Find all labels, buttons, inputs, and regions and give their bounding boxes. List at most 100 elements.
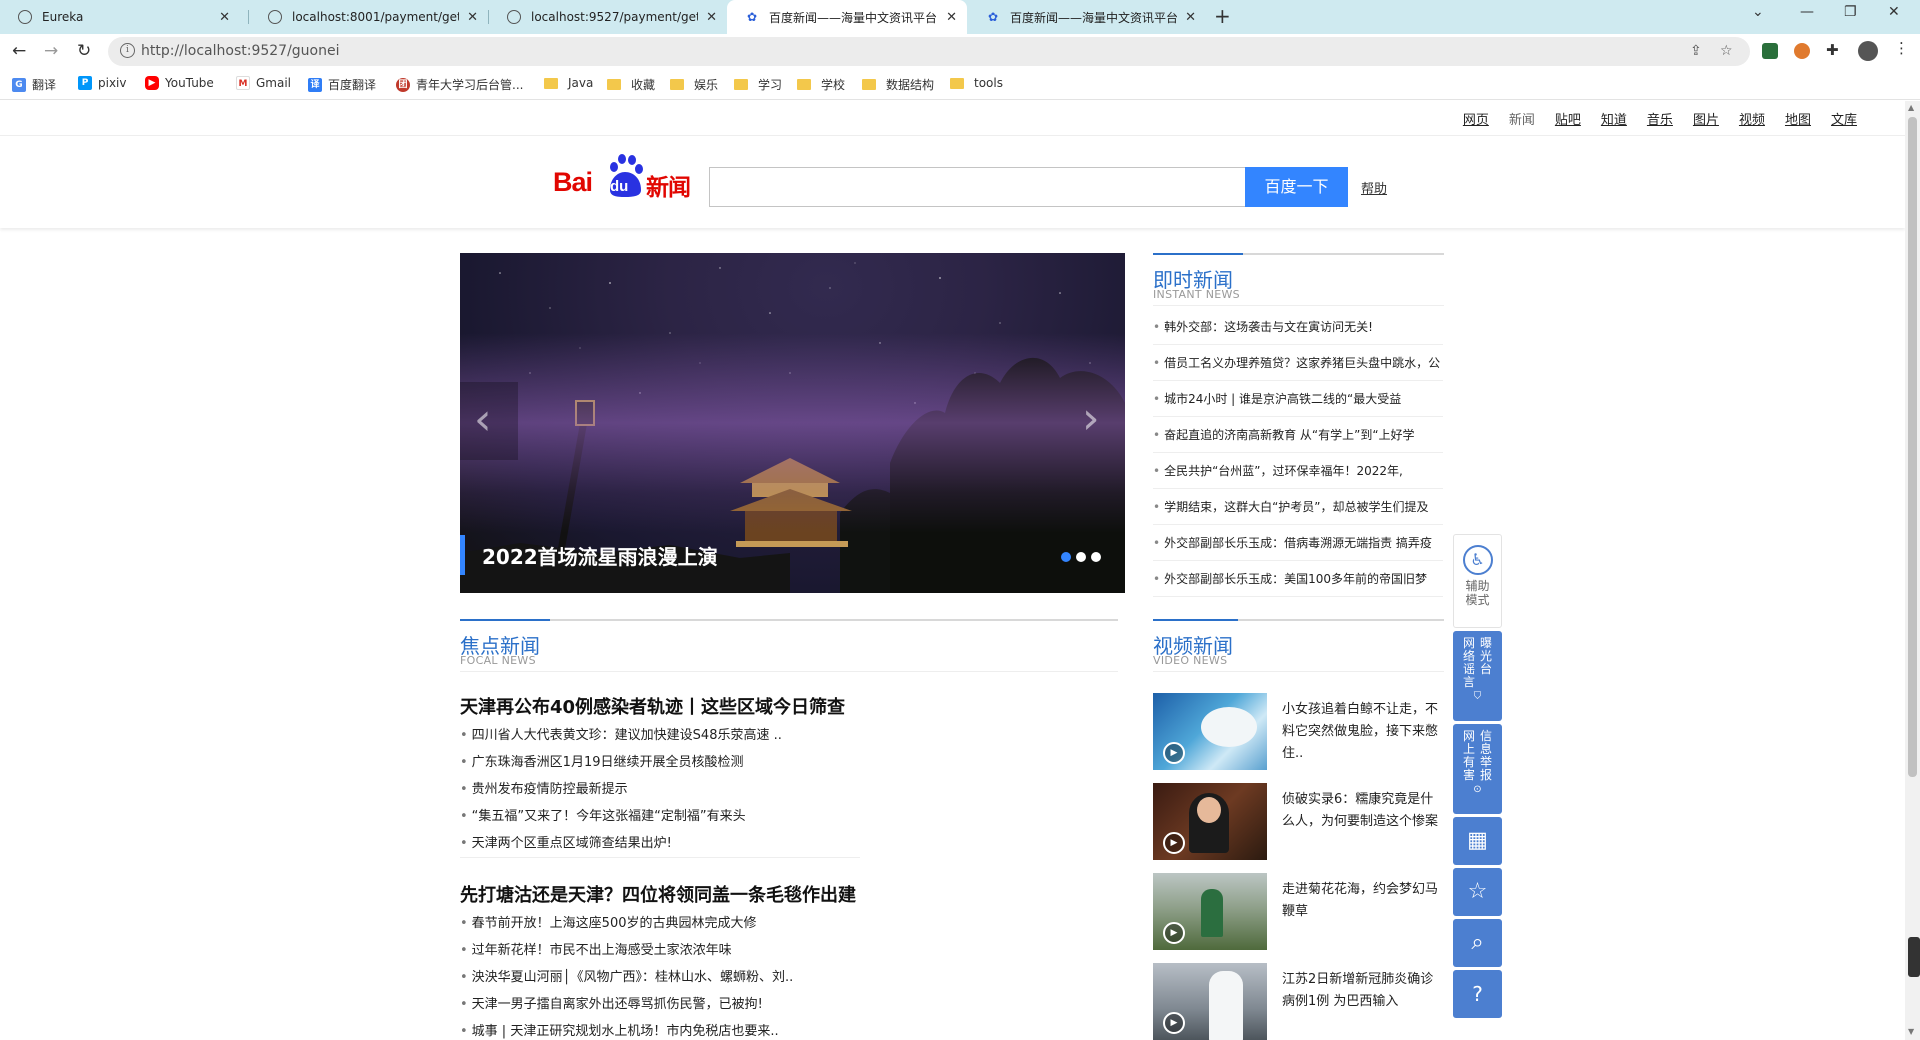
bookmark-translate[interactable]: G 翻译	[12, 76, 56, 93]
instant-news-item[interactable]: 韩外交部：这场袭击与文在寅访问无关!	[1153, 309, 1443, 345]
tab-search-chevron-icon[interactable]: ⌄	[1752, 4, 1764, 20]
video-item[interactable]: ▶ 侦破实录6：糯康究竟是什么人，为何要制造这个惨案	[1153, 783, 1443, 869]
video-title[interactable]: 侦破实录6：糯康究竟是什么人，为何要制造这个惨案	[1282, 789, 1442, 833]
nav-map[interactable]: 地图	[1785, 109, 1811, 128]
nav-news[interactable]: 新闻	[1509, 109, 1535, 128]
carousel-dot-3[interactable]	[1091, 552, 1101, 562]
focal-news-item[interactable]: 泱泱华夏山河丽│《风物广西》：桂林山水、螺蛳粉、刘..	[460, 966, 794, 985]
focal-news-item[interactable]: 贵州发布疫情防控最新提示	[460, 778, 628, 797]
focal-news-item[interactable]: “集五福”又来了！今年这张福建“定制福”有来头	[460, 805, 746, 824]
address-url[interactable]: http://localhost:9527/guonei	[141, 43, 340, 59]
instant-news-item[interactable]: 借员工名义办理养殖贷？这家养猪巨头盘中跳水，公	[1153, 345, 1443, 381]
close-tab-icon[interactable]: ✕	[1185, 10, 1196, 25]
close-window-icon[interactable]: ✕	[1888, 4, 1900, 20]
carousel-caption[interactable]: 2022首场流星雨浪漫上演	[482, 541, 718, 570]
video-item[interactable]: ▶ 走进菊花花海，约会梦幻马鞭草	[1153, 873, 1443, 959]
close-tab-icon[interactable]: ✕	[467, 10, 478, 25]
focal-news-item[interactable]: 广东珠海香洲区1月19日继续开展全员核酸检测	[460, 751, 744, 770]
help-link[interactable]: 帮助	[1361, 178, 1387, 197]
instant-news-item[interactable]: 城市24小时 | 谁是京沪高铁二线的“最大受益	[1153, 381, 1443, 417]
bookmark-folder-java[interactable]: Java	[544, 76, 593, 90]
image-carousel[interactable]: ‹ › 2022首场流星雨浪漫上演	[460, 253, 1125, 593]
maximize-icon[interactable]: ❐	[1844, 4, 1857, 20]
qr-code-button[interactable]: ▦	[1453, 817, 1502, 865]
menu-kebab-icon[interactable]: ⋮	[1894, 39, 1910, 57]
scroll-up-arrow-icon[interactable]: ▲	[1908, 103, 1914, 112]
extension-icon[interactable]	[1762, 43, 1778, 59]
nav-wenku[interactable]: 文库	[1831, 109, 1857, 128]
bookmark-folder-study[interactable]: 学习	[734, 76, 782, 93]
video-item[interactable]: ▶ 小女孩追着白鲸不让走，不料它突然做鬼脸，接下来憋住..	[1153, 693, 1443, 779]
tab-baidu-news-active[interactable]: ✿ 百度新闻——海量中文资讯平台 ✕	[727, 0, 967, 34]
video-title[interactable]: 走进菊花花海，约会梦幻马鞭草	[1282, 879, 1442, 923]
video-thumbnail-covid[interactable]: ▶	[1153, 963, 1267, 1040]
focal-news-item[interactable]: 四川省人大代表黄文珍：建议加快建设S48乐荥高速 ..	[460, 724, 782, 743]
focal-headline[interactable]: 天津再公布40例感染者轨迹丨这些区域今日筛查	[460, 693, 845, 719]
video-item[interactable]: ▶ 江苏2日新增新冠肺炎确诊病例1例 为巴西输入	[1153, 963, 1443, 1040]
bookmark-folder-favorites[interactable]: 收藏	[607, 76, 655, 93]
focal-news-item[interactable]: 城事 | 天津正研究规划水上机场！市内免税店也要来..	[460, 1020, 779, 1039]
share-icon[interactable]: ⇪	[1690, 43, 1702, 59]
close-tab-icon[interactable]: ✕	[706, 10, 717, 25]
bookmark-pixiv[interactable]: Ppixiv	[78, 76, 127, 90]
profile-avatar[interactable]	[1858, 41, 1878, 61]
focal-headline[interactable]: 先打塘沽还是天津？四位将领同盖一条毛毯作出建	[460, 881, 856, 907]
nav-music[interactable]: 音乐	[1647, 109, 1673, 128]
search-button[interactable]: 百度一下	[1245, 167, 1348, 207]
scrollbar-thumb[interactable]	[1908, 117, 1917, 777]
tab-payment-8001[interactable]: localhost:8001/payment/get/1 ✕	[250, 0, 488, 34]
feedback-button[interactable]: ?	[1453, 970, 1502, 1018]
focal-news-item[interactable]: 天津一男子擂自离家外出还辱骂抓伤民警，已被拘!	[460, 993, 763, 1012]
bookmark-gmail[interactable]: M Gmail	[236, 76, 291, 90]
new-tab-plus-icon[interactable]: +	[1214, 4, 1231, 28]
scroll-down-arrow-icon[interactable]: ▼	[1908, 1027, 1914, 1036]
video-thumbnail-flowers[interactable]: ▶	[1153, 873, 1267, 950]
instant-news-item[interactable]: 外交部副部长乐玉成：借病毒溯源无端指责 搞弄疫	[1153, 525, 1443, 561]
assist-mode-button[interactable]: ♿ 辅助模式	[1453, 534, 1502, 628]
puzzle-extensions-icon[interactable]: ✚	[1826, 41, 1842, 59]
bookmark-youtube[interactable]: ▶ YouTube	[145, 76, 214, 90]
instant-news-item[interactable]: 全民共护“台州蓝”，过环保幸福年！2022年,	[1153, 453, 1443, 489]
nav-video[interactable]: 视频	[1739, 109, 1765, 128]
rumor-exposure-button[interactable]: 网络谣言 曝光台 ⛉	[1453, 631, 1502, 721]
favorite-button[interactable]: ☆	[1453, 868, 1502, 916]
minimize-icon[interactable]: —	[1800, 4, 1814, 20]
nav-tieba[interactable]: 贴吧	[1555, 109, 1581, 128]
bookmark-folder-school[interactable]: 学校	[797, 76, 845, 93]
report-harmful-info-button[interactable]: 网上有害 信息举报 ⊙	[1453, 724, 1502, 814]
tab-payment-9527[interactable]: localhost:9527/payment/get/1 ✕	[489, 0, 727, 34]
play-icon[interactable]: ▶	[1163, 1012, 1185, 1034]
nav-web[interactable]: 网页	[1463, 109, 1489, 128]
address-bar[interactable]: i http://localhost:9527/guonei ⇪ ☆	[108, 37, 1750, 66]
baidu-news-logo[interactable]: Bai du 新闻	[553, 154, 693, 204]
close-tab-icon[interactable]: ✕	[946, 10, 957, 25]
search-input[interactable]	[709, 167, 1245, 207]
search-tool-button[interactable]: ⌕	[1453, 919, 1502, 967]
play-icon[interactable]: ▶	[1163, 742, 1185, 764]
tab-eureka[interactable]: Eureka ✕	[0, 0, 240, 34]
video-title[interactable]: 小女孩追着白鲸不让走，不料它突然做鬼脸，接下来憋住..	[1282, 699, 1442, 765]
video-thumbnail-investigation[interactable]: ▶	[1153, 783, 1267, 860]
bookmark-folder-data-structures[interactable]: 数据结构	[862, 76, 934, 93]
forward-arrow-icon[interactable]: →	[44, 41, 58, 61]
video-title[interactable]: 江苏2日新增新冠肺炎确诊病例1例 为巴西输入	[1282, 969, 1442, 1013]
focal-news-item[interactable]: 过年新花样！市民不出上海感受土家浓浓年味	[460, 939, 732, 958]
bookmark-star-icon[interactable]: ☆	[1720, 43, 1733, 59]
play-icon[interactable]: ▶	[1163, 922, 1185, 944]
carousel-prev-button[interactable]: ‹	[460, 382, 518, 460]
video-thumbnail-beluga[interactable]: ▶	[1153, 693, 1267, 770]
extension-fox-icon[interactable]	[1794, 43, 1810, 59]
focal-news-item[interactable]: 春节前开放！上海这座500岁的古典园林完成大修	[460, 912, 757, 931]
play-icon[interactable]: ▶	[1163, 832, 1185, 854]
focal-news-item[interactable]: 天津两个区重点区域筛查结果出炉!	[460, 832, 672, 851]
carousel-dot-2[interactable]	[1076, 552, 1086, 562]
nav-images[interactable]: 图片	[1693, 109, 1719, 128]
back-arrow-icon[interactable]: ←	[12, 41, 26, 61]
reload-icon[interactable]: ↻	[77, 41, 91, 61]
bookmark-youth-study[interactable]: 团青年大学习后台管...	[396, 76, 523, 93]
bookmark-baidu-translate[interactable]: 译百度翻译	[308, 76, 376, 93]
instant-news-item[interactable]: 奋起直追的济南高新教育 从“有学上”到“上好学	[1153, 417, 1443, 453]
nav-zhidao[interactable]: 知道	[1601, 109, 1627, 128]
carousel-dot-1[interactable]	[1061, 552, 1071, 562]
instant-news-item[interactable]: 学期结束，这群大白“护考员”，却总被学生们提及	[1153, 489, 1443, 525]
